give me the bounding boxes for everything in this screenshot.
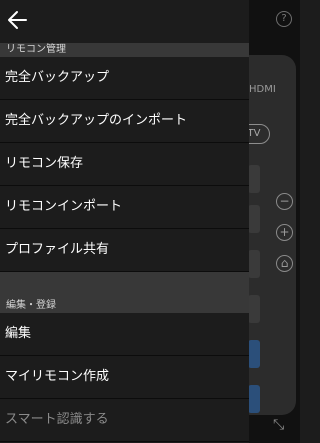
section-edit-register: 編集・登録 編集 マイリモコン作成 スマート認識する (0, 299, 249, 442)
menu-item-edit[interactable]: 編集 (0, 313, 249, 356)
hdmi-button[interactable]: HDMI (249, 84, 276, 95)
navigation-drawer: リモコン管理 完全バックアップ 完全バックアップのインポート リモコン保存 リモ… (0, 0, 249, 443)
drawer-header (0, 0, 249, 42)
section-remote-management: リモコン管理 完全バックアップ 完全バックアップのインポート リモコン保存 リモ… (0, 43, 249, 304)
menu-item-import-full-backup[interactable]: 完全バックアップのインポート (0, 100, 249, 143)
remote-key[interactable] (248, 250, 260, 278)
section-header: 編集・登録 (0, 299, 249, 313)
plus-circle-icon[interactable]: + (276, 224, 293, 241)
remote-key-blue[interactable] (248, 340, 260, 368)
menu-item-save-remote[interactable]: リモコン保存 (0, 143, 249, 186)
minus-circle-icon[interactable]: − (276, 193, 293, 210)
menu-item-create-my-remote[interactable]: マイリモコン作成 (0, 356, 249, 399)
menu-item-import-remote[interactable]: リモコンインポート (0, 186, 249, 229)
menu-item-full-backup[interactable]: 完全バックアップ (0, 57, 249, 100)
menu-item-smart-recognition[interactable]: スマート認識する (0, 399, 249, 442)
remote-key-blue[interactable] (248, 385, 260, 413)
remote-key[interactable] (248, 205, 260, 233)
arrow-left-icon[interactable] (6, 8, 28, 32)
remote-key[interactable] (248, 165, 260, 193)
menu-item-share-profile[interactable]: プロファイル共有 (0, 229, 249, 272)
help-icon[interactable]: ? (276, 11, 292, 27)
home-icon[interactable]: ⌂ (276, 255, 293, 272)
remote-key[interactable] (248, 295, 260, 323)
section-header: リモコン管理 (0, 43, 249, 57)
expand-icon[interactable]: ⤡ (273, 417, 284, 433)
